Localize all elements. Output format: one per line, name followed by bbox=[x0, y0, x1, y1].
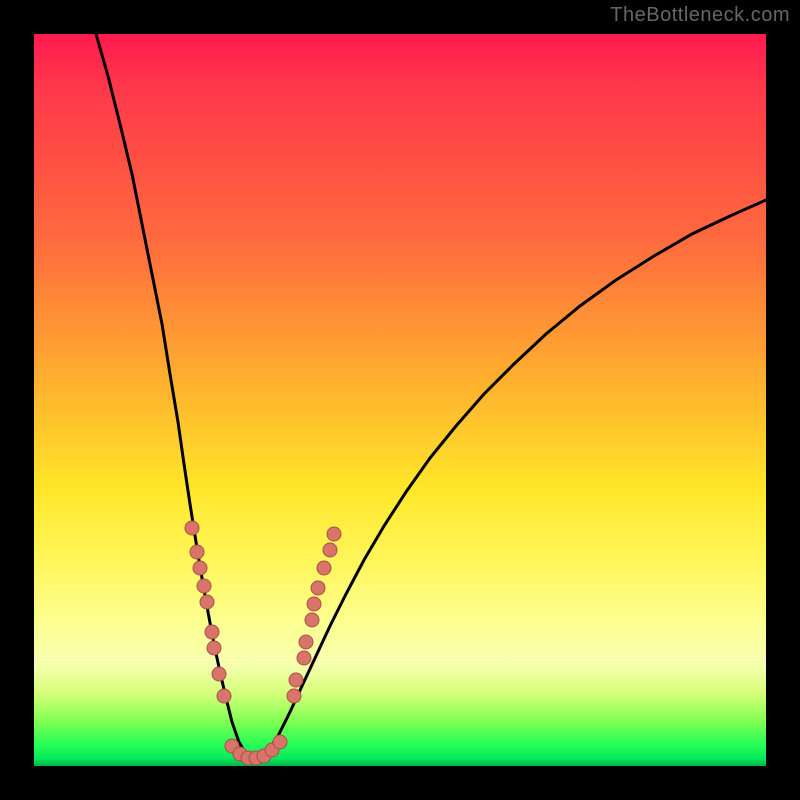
marker-dot bbox=[305, 613, 319, 627]
marker-dot bbox=[273, 735, 287, 749]
marker-dot bbox=[200, 595, 214, 609]
marker-dot bbox=[299, 635, 313, 649]
marker-dot bbox=[185, 521, 199, 535]
marker-dot bbox=[190, 545, 204, 559]
curve-svg bbox=[34, 34, 766, 766]
plot-area bbox=[34, 34, 766, 766]
marker-dot bbox=[307, 597, 321, 611]
watermark-text: TheBottleneck.com bbox=[610, 4, 790, 27]
marker-dot bbox=[193, 561, 207, 575]
marker-dot bbox=[311, 581, 325, 595]
marker-dot bbox=[327, 527, 341, 541]
marker-dot bbox=[217, 689, 231, 703]
marker-dot bbox=[207, 641, 221, 655]
marker-dot bbox=[212, 667, 226, 681]
marker-dot bbox=[297, 651, 311, 665]
marker-dot bbox=[317, 561, 331, 575]
bottleneck-curve bbox=[96, 34, 766, 760]
marker-dot bbox=[289, 673, 303, 687]
marker-dot bbox=[197, 579, 211, 593]
marker-dot bbox=[323, 543, 337, 557]
marker-dot bbox=[287, 689, 301, 703]
chart-stage: TheBottleneck.com bbox=[0, 0, 800, 800]
marker-dot bbox=[205, 625, 219, 639]
scatter-markers bbox=[185, 521, 341, 765]
